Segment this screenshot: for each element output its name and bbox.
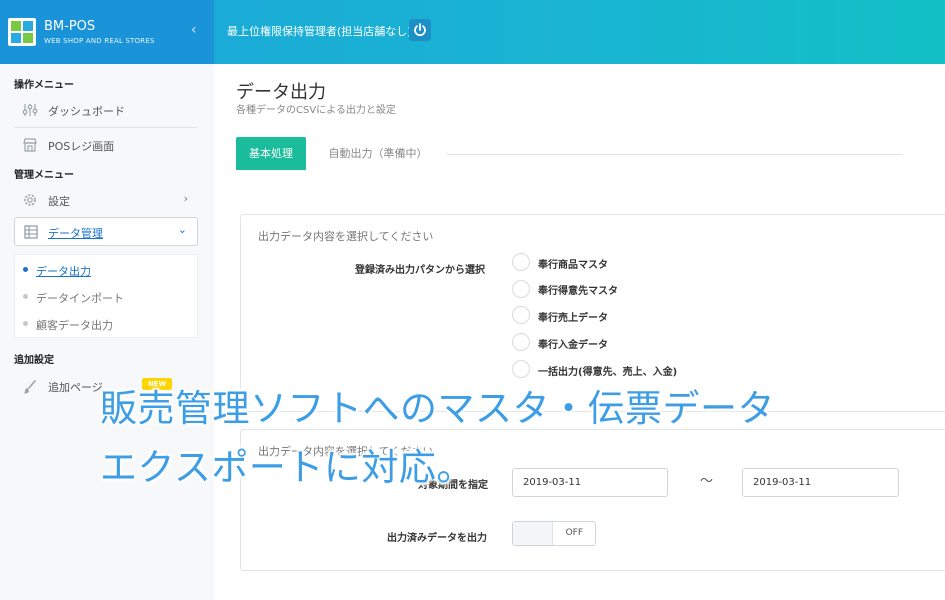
pattern-select-label: 登録済み出力パタンから選択 <box>355 265 485 276</box>
toggle-knob <box>513 522 553 545</box>
sidebar-item-label: POSレジ画面 <box>48 140 115 153</box>
radio-label: 一括出力(得意先、売上、入金) <box>538 367 678 378</box>
submenu-item-label: データインポート <box>36 292 124 305</box>
sliders-icon <box>22 104 38 116</box>
section-label-admin: 管理メニュー <box>14 170 74 181</box>
panel-title: 出力データ内容を選択してください <box>258 230 434 243</box>
exported-data-toggle[interactable]: OFF <box>512 521 596 546</box>
promo-caption-line2: エクスポートに対応。 <box>100 446 474 489</box>
brand-area[interactable]: BM-POS WEB SHOP AND REAL STORES ‹ <box>0 0 214 64</box>
sidebar-item-pos-register[interactable]: POSレジ画面 <box>14 131 198 159</box>
brand-name: BM-POS <box>44 19 96 34</box>
logout-button[interactable] <box>409 19 431 41</box>
divider <box>14 127 198 128</box>
tabs-divider <box>447 154 902 155</box>
radio-customer-master[interactable] <box>512 280 530 298</box>
sidebar-item-label: ダッシュボード <box>48 105 125 118</box>
toggle-state-label: OFF <box>565 528 583 538</box>
chevron-right-icon: › <box>183 192 188 205</box>
submenu-item-data-export[interactable]: データ出力 <box>23 260 193 280</box>
radio-label: 奉行商品マスタ <box>538 260 608 271</box>
date-from-input[interactable]: 2019-03-11 <box>512 468 668 497</box>
power-icon <box>414 23 426 37</box>
sidebar-collapse-icon[interactable]: ‹ <box>191 22 197 38</box>
radio-payment-data[interactable] <box>512 333 530 351</box>
chevron-down-icon: ⌄ <box>177 223 187 236</box>
tab-auto-export[interactable]: 自動出力（準備中） <box>318 137 438 170</box>
submenu-item-data-import[interactable]: データインポート <box>23 287 193 307</box>
radio-sales-data[interactable] <box>512 306 530 324</box>
gear-icon <box>24 194 36 206</box>
section-label-operations: 操作メニュー <box>14 80 74 91</box>
page-subtitle: 各種データのCSVによる出力と設定 <box>236 105 396 116</box>
brush-icon <box>23 380 36 394</box>
sidebar: 操作メニュー ダッシュボード POSレジ画面 管理メニュー 設定 › データ管理… <box>0 64 214 600</box>
store-icon <box>23 138 37 152</box>
data-management-submenu: データ出力 データインポート 顧客データ出力 <box>14 254 198 338</box>
radio-item-master[interactable] <box>512 253 530 271</box>
current-user-name: 最上位権限保持管理者(担当店舗なし) <box>227 25 412 38</box>
exported-data-label: 出力済みデータを出力 <box>387 533 487 544</box>
date-to-input[interactable]: 2019-03-11 <box>742 468 899 497</box>
radio-bulk-export[interactable] <box>512 360 530 378</box>
radio-label: 奉行得意先マスタ <box>538 286 618 297</box>
sidebar-item-dashboard[interactable]: ダッシュボード <box>14 96 198 124</box>
radio-label: 奉行入金データ <box>538 340 608 351</box>
tab-basic-processing[interactable]: 基本処理 <box>236 137 306 170</box>
submenu-item-label: 顧客データ出力 <box>36 319 113 332</box>
sidebar-item-settings[interactable]: 設定 › <box>14 186 198 214</box>
bm-pos-logo-icon <box>8 18 36 46</box>
top-header: BM-POS WEB SHOP AND REAL STORES ‹ 最上位権限保… <box>0 0 945 64</box>
sidebar-item-label: データ管理 <box>48 227 103 240</box>
brand-subtitle: WEB SHOP AND REAL STORES <box>44 37 155 45</box>
sidebar-item-label: 追加ページ <box>48 381 103 394</box>
section-label-extra: 追加設定 <box>14 355 54 366</box>
promo-caption-line1: 販売管理ソフトへのマスタ・伝票データ <box>100 387 775 430</box>
bullet-icon <box>23 321 28 326</box>
submenu-item-label: データ出力 <box>36 265 91 278</box>
table-icon <box>24 225 38 239</box>
radio-label: 奉行売上データ <box>538 313 608 324</box>
range-separator: ～ <box>700 474 714 489</box>
bullet-icon <box>23 294 28 299</box>
sidebar-item-label: 設定 <box>48 195 70 208</box>
bullet-icon <box>23 267 28 272</box>
submenu-item-customer-export[interactable]: 顧客データ出力 <box>23 314 193 334</box>
sidebar-item-data-management[interactable]: データ管理 ⌄ <box>14 217 198 246</box>
